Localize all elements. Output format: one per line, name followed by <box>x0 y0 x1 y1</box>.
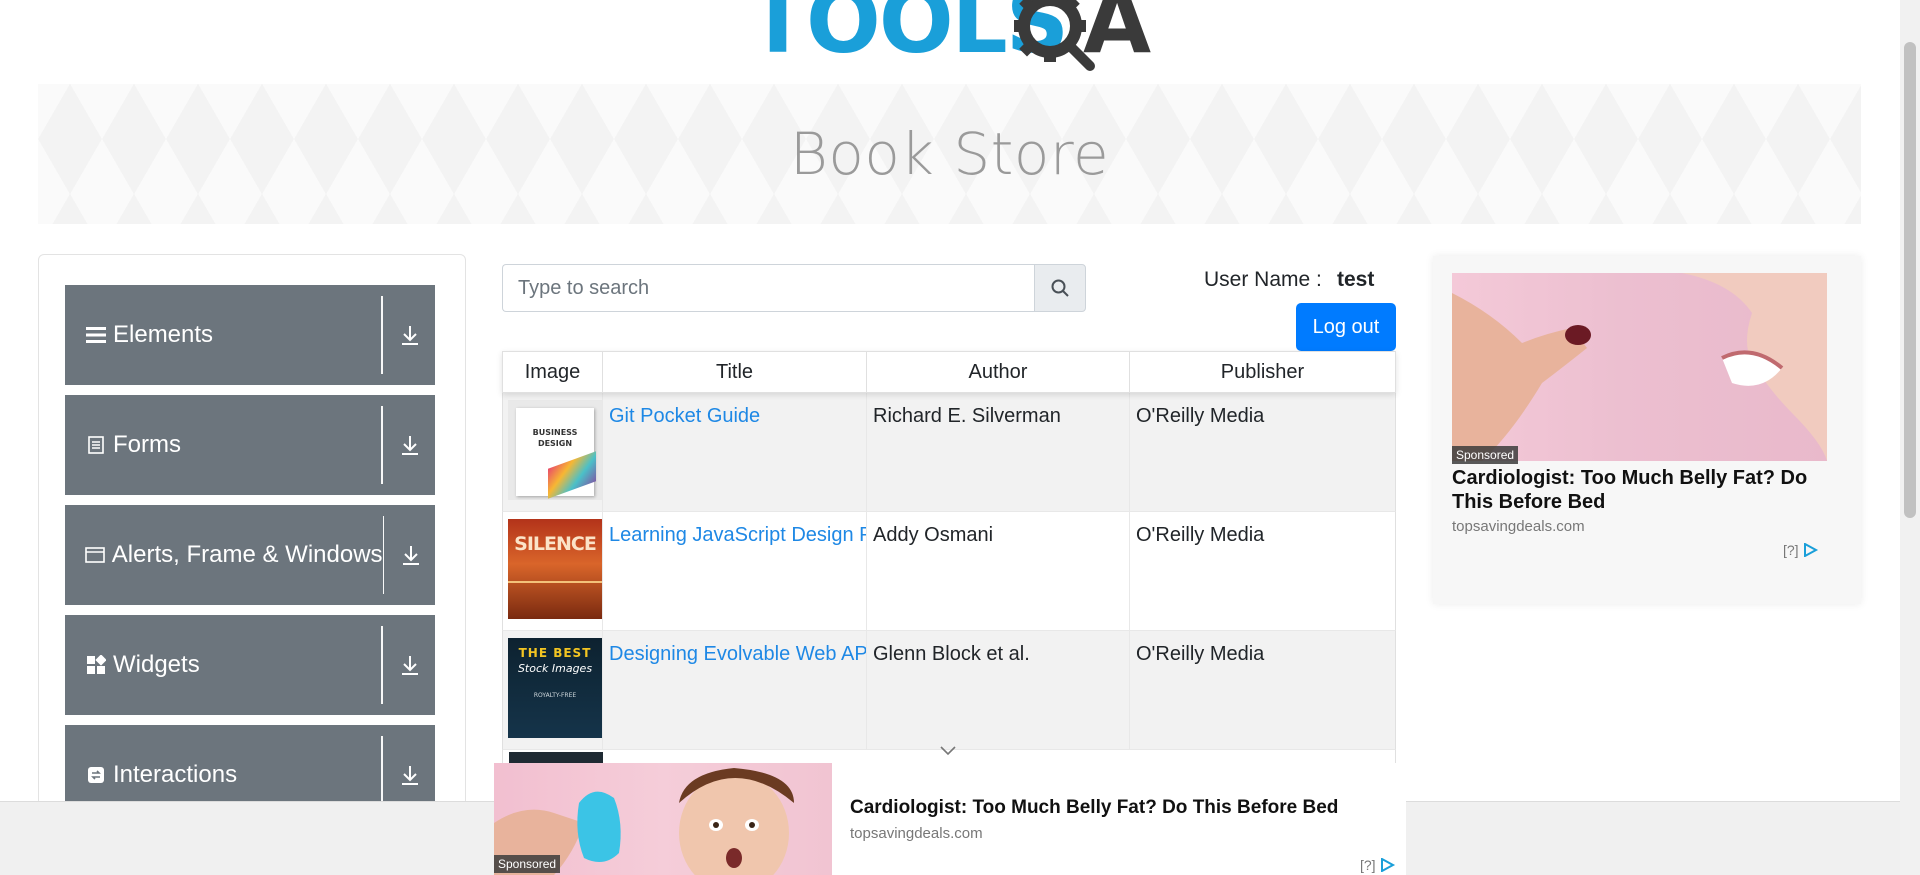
ad-headline[interactable]: Cardiologist: Too Much Belly Fat? Do Thi… <box>850 797 1338 819</box>
cover-text: Stock Images <box>517 662 593 675</box>
page-title: Book Store <box>789 120 1110 188</box>
column-header-author[interactable]: Author <box>867 352 1130 392</box>
search-button[interactable] <box>1034 264 1086 312</box>
book-title-link[interactable]: Learning JavaScript Design Pa <box>609 524 866 546</box>
cover-text: ROYALTY-FREE <box>533 692 577 699</box>
book-cover-image: BUSINESS DESIGN <box>508 400 602 500</box>
ad-domain: topsavingdeals.com <box>1452 518 1585 535</box>
table-header: Image Title Author Publisher <box>502 351 1396 393</box>
book-author-cell: Addy Osmani <box>867 512 1130 630</box>
search-box <box>502 264 1086 312</box>
widgets-icon <box>85 654 107 676</box>
download-arrow-icon[interactable] <box>397 652 423 678</box>
search-input[interactable] <box>502 264 1034 312</box>
table-row: BUSINESS DESIGN Git Pocket Guide Richard… <box>502 393 1396 512</box>
divider <box>381 296 383 374</box>
book-title-link[interactable]: Git Pocket Guide <box>609 405 760 427</box>
sidebar: Elements Forms Alerts, Frame & Windows W… <box>38 254 466 875</box>
scrollbar-thumb[interactable] <box>1904 42 1916 518</box>
book-title-cell: Git Pocket Guide <box>603 393 867 511</box>
table-row: SILENCE Learning JavaScript Design Pa Ad… <box>502 512 1396 631</box>
sidebar-group-label: Widgets <box>113 651 200 678</box>
right-advertisement[interactable]: Sponsored Cardiologist: Too Much Belly F… <box>1433 256 1861 604</box>
download-arrow-icon[interactable] <box>397 432 423 458</box>
chevron-down-icon[interactable] <box>938 743 958 757</box>
book-title-link[interactable]: Designing Evolvable Web API <box>609 643 866 665</box>
book-publisher-cell: O'Reilly Media <box>1136 405 1265 427</box>
column-header-image[interactable]: Image <box>503 352 603 392</box>
sidebar-group-label: Interactions <box>113 761 238 788</box>
user-name-label: User Name : <box>1204 268 1322 291</box>
table-row: THE BEST Stock Images ROYALTY-FREE Desig… <box>502 631 1396 750</box>
user-name-value: test <box>1337 268 1375 291</box>
sidebar-group-label: Alerts, Frame & Windows <box>111 541 383 568</box>
adchoices-icon <box>1803 543 1818 557</box>
sidebar-group-label: Elements <box>113 321 214 348</box>
sidebar-group-elements[interactable]: Elements <box>65 285 435 385</box>
sidebar-group-label: Forms <box>113 431 181 458</box>
books-table: Image Title Author Publisher BUSINESS DE… <box>502 351 1396 750</box>
book-author-cell: Glenn Block et al. <box>867 631 1130 749</box>
ad-image-illustration <box>1452 273 1827 461</box>
book-cover-image: SILENCE <box>508 519 602 619</box>
bottom-advertisement[interactable]: Sponsored Cardiologist: Too Much Belly F… <box>494 763 1406 875</box>
ad-choices[interactable]: [?] <box>1783 542 1819 558</box>
book-publisher-cell: O'Reilly Media <box>1136 643 1265 665</box>
sidebar-group-forms[interactable]: Forms <box>65 395 435 495</box>
hamburger-icon <box>85 324 107 346</box>
book-cover-image: THE BEST Stock Images ROYALTY-FREE <box>508 638 602 738</box>
book-cover-cell: SILENCE <box>503 512 603 630</box>
search-icon <box>1051 279 1069 297</box>
book-publisher-cell: O'Reilly Media <box>1136 524 1265 546</box>
sidebar-group-widgets[interactable]: Widgets <box>65 615 435 715</box>
column-header-publisher[interactable]: Publisher <box>1130 352 1395 392</box>
divider <box>381 626 383 704</box>
interactions-icon <box>85 764 107 786</box>
book-cover-cell: BUSINESS DESIGN <box>503 393 603 511</box>
download-arrow-icon[interactable] <box>398 542 423 568</box>
toolsqa-logo[interactable]: TOOLS A <box>748 0 1154 72</box>
divider <box>382 516 385 594</box>
page-banner: Book Store <box>38 84 1861 224</box>
sidebar-group-alerts[interactable]: Alerts, Frame & Windows <box>65 505 435 605</box>
ad-choices[interactable]: [?] <box>1360 857 1396 873</box>
book-cover-cell: THE BEST Stock Images ROYALTY-FREE <box>503 631 603 749</box>
divider <box>381 406 383 484</box>
cover-text: BUSINESS <box>532 428 578 437</box>
ad-headline[interactable]: Cardiologist: Too Much Belly Fat? Do Thi… <box>1452 466 1842 514</box>
sponsored-badge: Sponsored <box>494 855 561 873</box>
ad-domain: topsavingdeals.com <box>850 825 983 842</box>
document-icon <box>85 434 107 456</box>
book-author-cell: Richard E. Silverman <box>867 393 1130 511</box>
cover-text: SILENCE <box>514 533 597 555</box>
cover-text: DESIGN <box>537 439 573 448</box>
book-title-cell: Learning JavaScript Design Pa <box>603 512 867 630</box>
logo-a: A <box>1083 0 1152 73</box>
ad-help-mark: [?] <box>1360 857 1376 873</box>
adchoices-icon <box>1380 858 1395 872</box>
page-scrollbar[interactable] <box>1900 0 1920 875</box>
book-title-cell: Designing Evolvable Web API <box>603 631 867 749</box>
column-header-title[interactable]: Title <box>603 352 867 392</box>
sponsored-badge: Sponsored <box>1452 446 1519 464</box>
logout-button[interactable]: Log out <box>1296 303 1396 351</box>
cover-text: THE BEST <box>518 646 592 660</box>
download-arrow-icon[interactable] <box>397 322 423 348</box>
window-icon <box>85 544 106 566</box>
ad-help-mark: [?] <box>1783 542 1799 558</box>
download-arrow-icon[interactable] <box>397 762 423 788</box>
ad-image <box>1452 273 1827 461</box>
